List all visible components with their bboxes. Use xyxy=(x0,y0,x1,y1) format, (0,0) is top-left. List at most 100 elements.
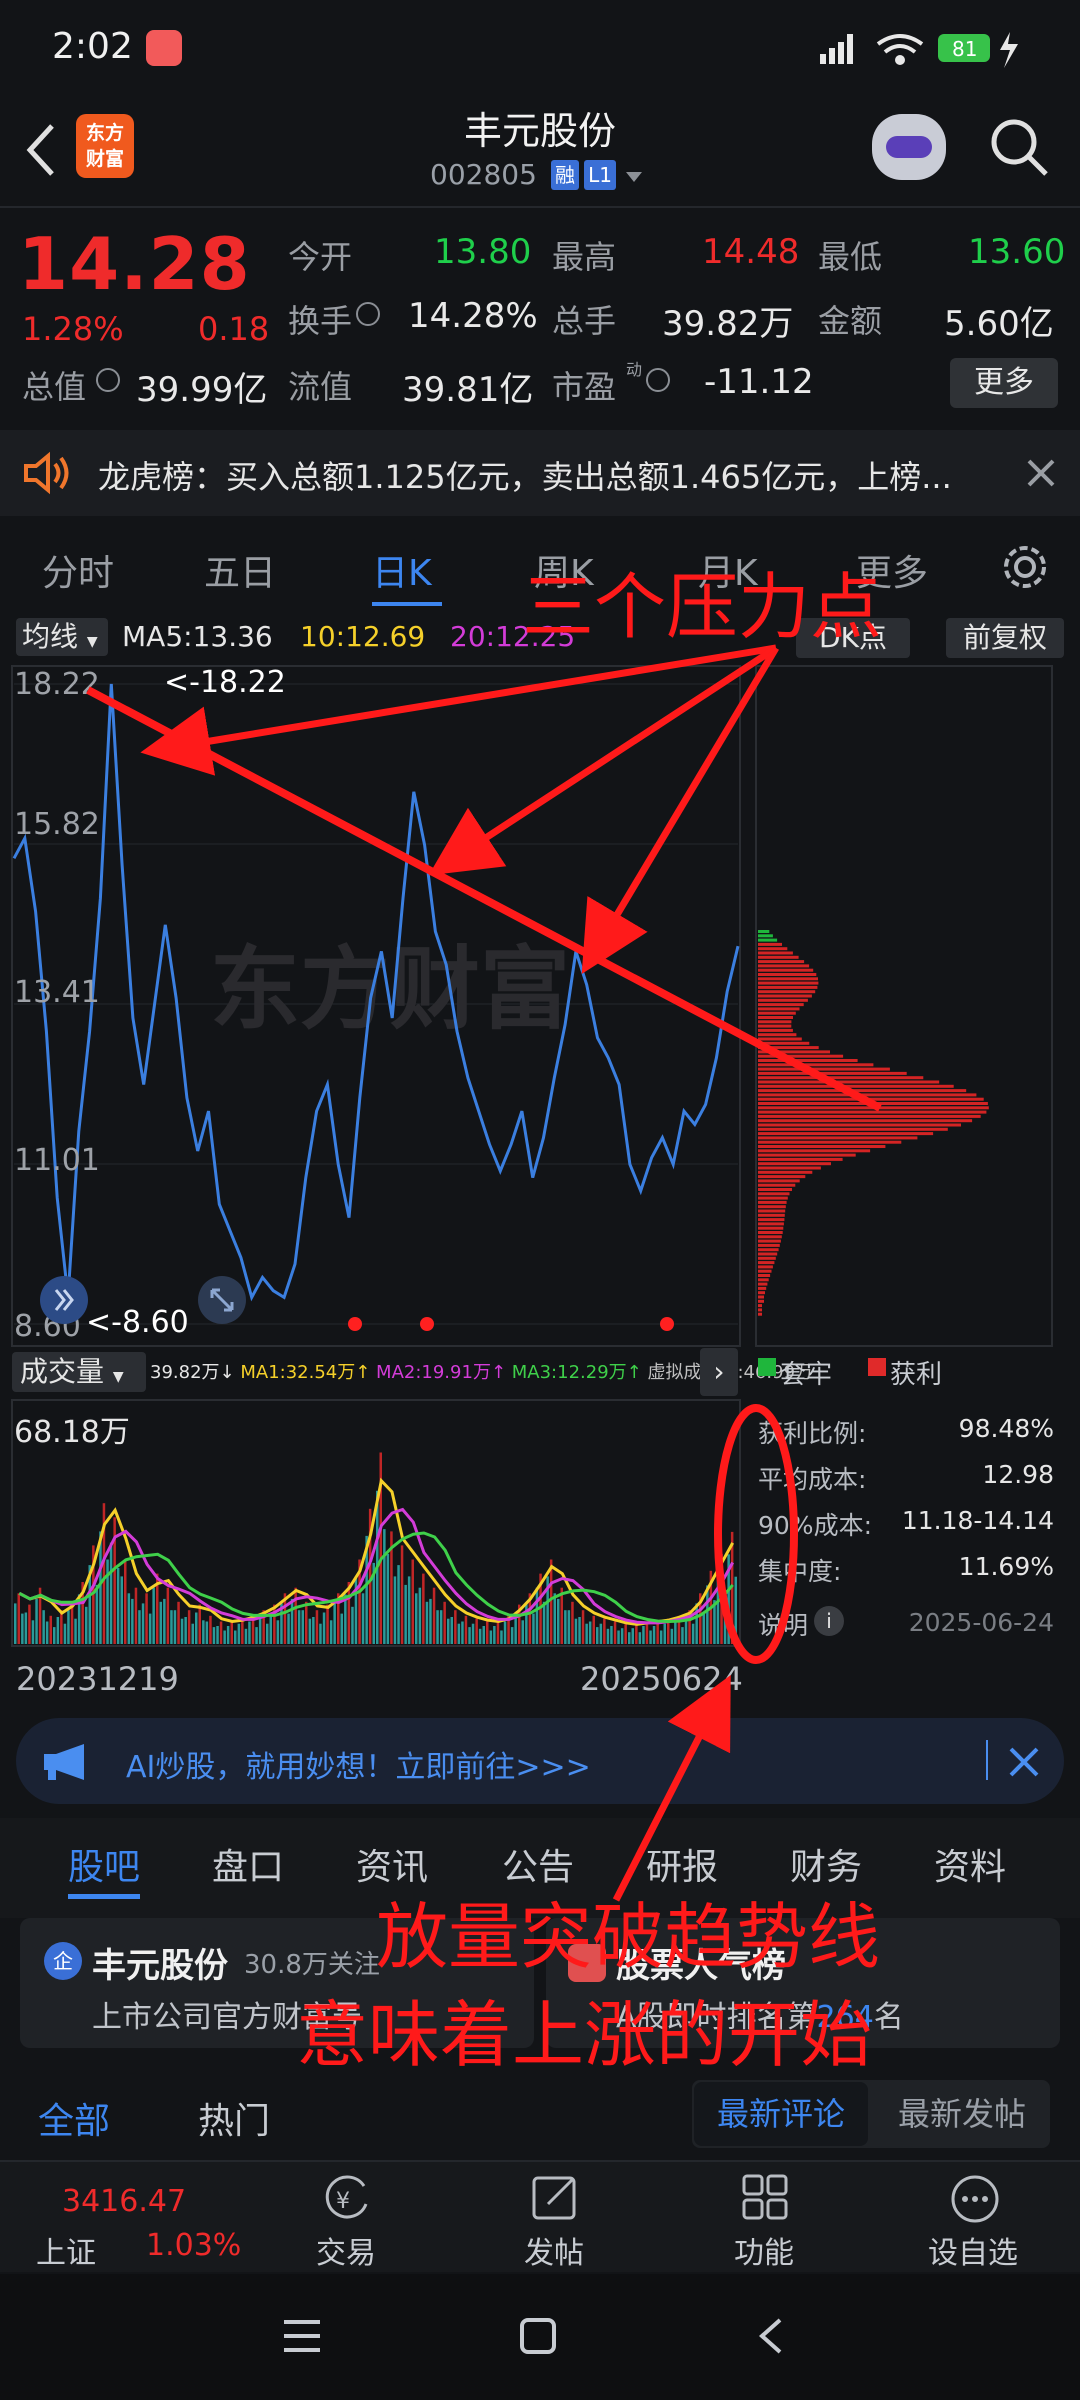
tab-news[interactable]: 资讯 xyxy=(356,1838,428,1890)
volume-bar xyxy=(42,1610,45,1644)
chip-bar xyxy=(758,1162,831,1166)
volume-bar xyxy=(56,1617,60,1644)
adjust-button[interactable]: 前复权 xyxy=(946,618,1064,658)
info-icon[interactable] xyxy=(356,302,380,326)
kline-chart[interactable]: 东方财富 18.22 15.82 13.41 11.01 8.60 <-18.2… xyxy=(0,660,1080,1360)
volume-bar xyxy=(450,1617,453,1644)
volume-bar xyxy=(631,1628,634,1644)
volume-bar xyxy=(187,1610,191,1644)
volume-bar xyxy=(141,1603,145,1644)
home-icon[interactable] xyxy=(518,2316,558,2356)
chip-bar xyxy=(758,1028,793,1032)
tab-intraday[interactable]: 分时 xyxy=(42,544,114,596)
tab-profile[interactable]: 资料 xyxy=(934,1838,1006,1890)
volume-bar xyxy=(574,1618,578,1644)
chip-note-label[interactable]: 说明 xyxy=(758,1606,808,1642)
volume-bar xyxy=(620,1628,624,1644)
volume-bar xyxy=(17,1593,20,1644)
signal-icon xyxy=(820,34,853,64)
popularity-card[interactable]: 股票人气榜 A股即时排名第264名 xyxy=(546,1918,1060,2048)
volume-bar xyxy=(248,1621,251,1644)
sort-latest-post[interactable]: 最新发帖 xyxy=(876,2082,1048,2146)
ma10-value: 10:12.69 xyxy=(300,620,426,653)
tab-monthly-k[interactable]: 月K xyxy=(698,544,758,596)
chip-bar xyxy=(758,1046,819,1050)
l1-badge[interactable]: L1 xyxy=(584,160,616,190)
volume-chart[interactable]: 68.18万 xyxy=(0,1396,760,1656)
trade-yen-icon[interactable]: ¥ xyxy=(318,2174,374,2224)
chip-bar xyxy=(758,1041,810,1045)
volume-bar xyxy=(191,1623,194,1644)
menu-icon[interactable] xyxy=(282,2318,322,2354)
volume-bar xyxy=(553,1593,556,1644)
tab-announcements[interactable]: 公告 xyxy=(502,1838,574,1890)
volume-bar xyxy=(571,1601,574,1644)
volume-dropdown[interactable]: 成交量 ▼ xyxy=(12,1352,146,1392)
y-tick-2: 15.82 xyxy=(14,807,100,842)
post-edit-icon[interactable] xyxy=(530,2172,582,2224)
filter-hot[interactable]: 热门 xyxy=(198,2092,270,2144)
volume-bar xyxy=(557,1598,560,1644)
volume-bar xyxy=(734,1576,737,1644)
min-price-marker: <-8.60 xyxy=(86,1305,189,1340)
chip-bar xyxy=(758,1050,830,1054)
legend-trapped: 套牢 xyxy=(780,1360,833,1390)
company-followers: 30.8万关注 xyxy=(244,1950,380,1980)
svg-text:81: 81 xyxy=(952,37,977,61)
tab-research[interactable]: 研报 xyxy=(646,1838,718,1890)
company-card[interactable]: 企 丰元股份 30.8万关注 上市公司官方财富号 xyxy=(20,1918,534,2048)
more-button[interactable]: 更多 xyxy=(950,358,1058,408)
back-nav-icon[interactable] xyxy=(756,2316,786,2356)
expand-right-button[interactable]: › xyxy=(700,1348,738,1396)
notice-bar[interactable]: 龙虎榜：买入总额1.125亿元，卖出总额1.465亿元，上榜... xyxy=(0,430,1080,516)
nav-trade[interactable]: 交易 xyxy=(316,2228,376,2272)
grid-function-icon[interactable] xyxy=(740,2172,792,2224)
index-name[interactable]: 上证 xyxy=(36,2228,96,2272)
robot-assistant-icon[interactable] xyxy=(872,114,946,180)
info-icon[interactable]: i xyxy=(814,1606,844,1636)
info-icon[interactable] xyxy=(96,368,120,392)
chip-bar xyxy=(758,1304,762,1308)
volume-bar xyxy=(198,1604,201,1644)
close-icon[interactable] xyxy=(1026,458,1056,488)
chip-bar xyxy=(758,1033,797,1037)
volume-bar xyxy=(702,1613,705,1644)
settings-gear-icon[interactable] xyxy=(1000,542,1050,592)
nav-post[interactable]: 发帖 xyxy=(524,2228,584,2272)
volume-bar xyxy=(578,1617,581,1644)
tab-finance[interactable]: 财务 xyxy=(790,1838,862,1890)
divider xyxy=(0,206,1080,208)
chip-bar xyxy=(758,1299,764,1303)
tab-pankou[interactable]: 盘口 xyxy=(212,1838,284,1890)
mcap-label: 总值 xyxy=(22,368,87,406)
tab-weekly-k[interactable]: 周K xyxy=(534,544,594,596)
close-icon[interactable] xyxy=(1008,1746,1040,1778)
volume-bar xyxy=(642,1626,645,1644)
sort-latest-comment[interactable]: 最新评论 xyxy=(694,2082,868,2146)
chip-bar xyxy=(758,1089,967,1093)
search-icon[interactable] xyxy=(988,116,1052,180)
filter-all[interactable]: 全部 xyxy=(38,2092,110,2144)
dk-point-button[interactable]: DK点 xyxy=(796,618,910,658)
chip-bar xyxy=(758,1020,792,1024)
volume-bar xyxy=(610,1626,613,1644)
volume-value: 39.82万 xyxy=(662,304,794,344)
chevron-down-icon[interactable] xyxy=(624,170,644,184)
tab-more[interactable]: 更多 xyxy=(856,544,928,596)
change-amount: 0.18 xyxy=(198,310,270,348)
volume-bar xyxy=(35,1598,38,1644)
info-icon[interactable] xyxy=(646,368,670,392)
nav-function[interactable]: 功能 xyxy=(734,2228,794,2272)
y-tick-1: 18.22 xyxy=(14,667,100,702)
tab-daily-k[interactable]: 日K xyxy=(372,544,432,596)
volume-bar xyxy=(478,1628,482,1644)
index-value[interactable]: 3416.47 xyxy=(62,2184,186,2219)
tab-five-day[interactable]: 五日 xyxy=(204,544,276,596)
more-circle-icon[interactable] xyxy=(948,2172,1002,2226)
ai-banner[interactable]: AI炒股，就用妙想！立即前往>>> xyxy=(16,1718,1064,1804)
chip-bar xyxy=(758,981,819,985)
tab-guba[interactable]: 股吧 xyxy=(68,1838,140,1890)
nav-add-favorite[interactable]: 设自选 xyxy=(928,2228,1018,2272)
indicator-dropdown[interactable]: 均线 ▼ xyxy=(16,618,108,656)
chip-bar xyxy=(758,1252,778,1256)
